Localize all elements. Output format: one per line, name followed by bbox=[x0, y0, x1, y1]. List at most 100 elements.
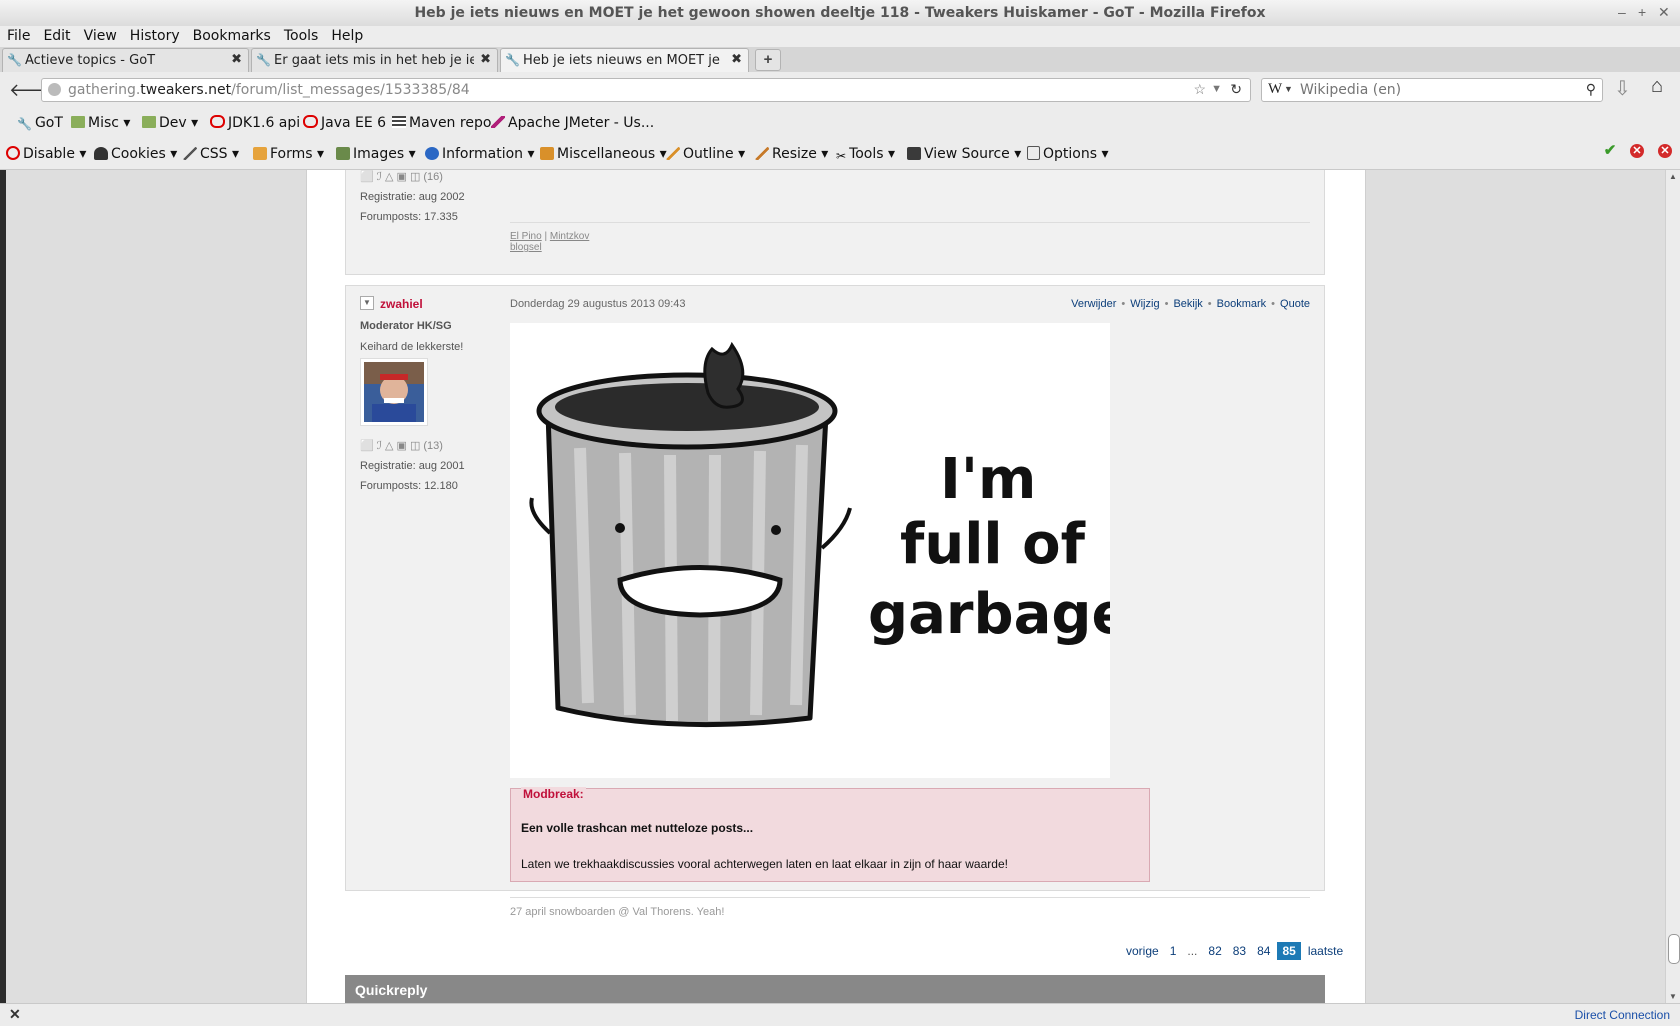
scrollbar-thumb[interactable] bbox=[1668, 934, 1680, 964]
home-icon[interactable]: ⌂ bbox=[1651, 75, 1663, 98]
wd-miscellaneous[interactable]: Miscellaneous ▾ bbox=[540, 146, 667, 162]
registration-date: Registratie: aug 2002 bbox=[360, 191, 465, 203]
wd-view-source[interactable]: View Source ▾ bbox=[907, 146, 1021, 162]
menu-history[interactable]: History bbox=[123, 26, 186, 44]
forum-post: ▼ zwahiel Moderator HK/SG Keihard de lek… bbox=[345, 285, 1325, 918]
folder-icon bbox=[71, 116, 85, 128]
post-menu-icon[interactable]: ▼ bbox=[360, 296, 374, 310]
tools-icon: ✂ bbox=[836, 149, 847, 163]
url-text[interactable]: gathering.tweakers.net/forum/list_messag… bbox=[68, 82, 470, 98]
oracle-icon bbox=[303, 115, 318, 128]
wd-tools[interactable]: ✂ Tools ▾ bbox=[836, 146, 895, 163]
sig-link-blogsel[interactable]: blogsel bbox=[510, 242, 542, 253]
close-window-icon[interactable]: ✕ bbox=[1658, 4, 1670, 21]
wrench-icon: 🔧 bbox=[256, 53, 271, 67]
menu-edit[interactable]: Edit bbox=[36, 26, 76, 44]
download-icon[interactable]: ⇩ bbox=[1614, 76, 1631, 101]
wd-cookies[interactable]: Cookies ▾ bbox=[94, 146, 177, 162]
registration-date: Registratie: aug 2001 bbox=[360, 460, 465, 472]
scroll-up-icon[interactable]: ▲ bbox=[1669, 172, 1677, 181]
star-icon[interactable]: ☆ bbox=[1193, 81, 1206, 98]
wd-forms[interactable]: Forms ▾ bbox=[253, 146, 324, 162]
scroll-down-icon[interactable]: ▼ bbox=[1669, 992, 1677, 1001]
menu-file[interactable]: File bbox=[0, 26, 36, 44]
menu-view[interactable]: View bbox=[77, 26, 123, 44]
page-last[interactable]: laatste bbox=[1304, 942, 1347, 960]
search-input[interactable] bbox=[1298, 81, 1572, 99]
sig-link-mintzkov[interactable]: Mintzkov bbox=[550, 231, 589, 242]
wd-information[interactable]: Information ▾ bbox=[425, 146, 535, 162]
menu-bookmarks[interactable]: Bookmarks bbox=[186, 26, 277, 44]
tab-actieve-topics[interactable]: 🔧 Actieve topics - GoT ✖ bbox=[2, 48, 249, 72]
username[interactable]: zwahiel bbox=[380, 297, 423, 311]
page-82[interactable]: 82 bbox=[1204, 942, 1225, 960]
tab-label: Actieve topics - GoT bbox=[25, 53, 156, 68]
bookmark-apache-jmeter[interactable]: Apache JMeter - Us... bbox=[491, 115, 654, 131]
search-icon[interactable]: ⚲ bbox=[1586, 81, 1596, 98]
checkmark-icon[interactable]: ✔ bbox=[1603, 143, 1617, 158]
modbreak-text: Laten we trekhaakdiscussies vooral achte… bbox=[521, 857, 1008, 871]
connection-status[interactable]: Direct Connection bbox=[1575, 1008, 1670, 1022]
bookmark-got[interactable]: 🔧 GoT bbox=[17, 115, 63, 131]
wd-images[interactable]: Images ▾ bbox=[336, 146, 416, 162]
wd-options[interactable]: Options ▾ bbox=[1027, 146, 1109, 162]
view-link[interactable]: Bekijk bbox=[1173, 298, 1202, 310]
navigation-toolbar: 🡐 gathering.tweakers.net/forum/list_mess… bbox=[0, 72, 1680, 108]
bookmark-maven-repo[interactable]: Maven repo bbox=[392, 115, 491, 131]
dropdown-icon[interactable]: ▼ bbox=[1211, 83, 1222, 95]
tab-heb-je-iets-nieuws[interactable]: 🔧 Heb je iets nieuws en MOET je ... ✖ bbox=[500, 48, 749, 73]
wikipedia-icon[interactable]: W bbox=[1268, 81, 1282, 98]
user-title: Keihard de lekkerste! bbox=[360, 341, 464, 353]
wrench-icon: 🔧 bbox=[17, 117, 32, 131]
page-83[interactable]: 83 bbox=[1229, 942, 1250, 960]
user-icons: ⬜ ℐ △ ▣ ◫ (16) bbox=[360, 171, 443, 183]
delete-link[interactable]: Verwijder bbox=[1071, 298, 1116, 310]
page-85-current[interactable]: 85 bbox=[1277, 942, 1301, 960]
signature: El Pino | Mintzkov blogsel bbox=[510, 231, 590, 253]
search-bar[interactable]: W ▼ ⚲ bbox=[1261, 78, 1603, 102]
new-tab-button[interactable]: + bbox=[755, 49, 781, 71]
bookmark-misc[interactable]: Misc ▾ bbox=[71, 115, 130, 131]
minimize-icon[interactable]: – bbox=[1618, 4, 1626, 20]
bookmark-java-ee6[interactable]: Java EE 6 bbox=[303, 115, 386, 131]
edit-link[interactable]: Wijzig bbox=[1130, 298, 1159, 310]
error-icon[interactable]: ✕ bbox=[1630, 144, 1644, 158]
wd-outline[interactable]: Outline ▾ bbox=[666, 146, 745, 162]
cookies-icon bbox=[94, 147, 108, 160]
bookmark-dev[interactable]: Dev ▾ bbox=[142, 115, 198, 131]
reload-icon[interactable]: ↻ bbox=[1230, 81, 1242, 98]
url-bar[interactable]: gathering.tweakers.net/forum/list_messag… bbox=[41, 78, 1251, 102]
oracle-icon bbox=[210, 115, 225, 128]
signature-divider bbox=[510, 222, 1310, 223]
maximize-icon[interactable]: + bbox=[1638, 4, 1646, 20]
close-toolbar-icon[interactable]: ✕ bbox=[1658, 144, 1672, 158]
menu-tools[interactable]: Tools bbox=[277, 26, 325, 44]
page-1[interactable]: 1 bbox=[1166, 942, 1181, 960]
quickreply-title: Quickreply bbox=[355, 982, 428, 998]
bookmark-link[interactable]: Bookmark bbox=[1217, 298, 1267, 310]
search-engine-dropdown-icon[interactable]: ▼ bbox=[1284, 84, 1293, 94]
wd-resize[interactable]: Resize ▾ bbox=[755, 146, 828, 162]
wd-css[interactable]: CSS ▾ bbox=[183, 146, 239, 162]
tab-er-gaat-iets-mis[interactable]: 🔧 Er gaat iets mis in het heb je ie... ✖ bbox=[251, 48, 498, 72]
quote-link[interactable]: Quote bbox=[1280, 298, 1310, 310]
page-prev[interactable]: vorige bbox=[1122, 942, 1163, 960]
avatar[interactable] bbox=[360, 358, 428, 426]
page-84[interactable]: 84 bbox=[1253, 942, 1274, 960]
close-addon-bar-icon[interactable]: ✕ bbox=[9, 1006, 21, 1023]
page-scrollbar[interactable]: ▲ ▼ bbox=[1665, 170, 1680, 1003]
modbreak-box: Modbreak: Een volle trashcan met nuttelo… bbox=[510, 787, 1150, 882]
wrench-icon: 🔧 bbox=[7, 53, 22, 67]
wd-disable[interactable]: Disable ▾ bbox=[6, 146, 86, 162]
sig-link-el-pino[interactable]: El Pino bbox=[510, 231, 542, 242]
tab-close-icon[interactable]: ✖ bbox=[231, 52, 242, 67]
tab-strip: 🔧 Actieve topics - GoT ✖ 🔧 Er gaat iets … bbox=[0, 47, 1680, 73]
bookmark-jdk16-api[interactable]: JDK1.6 api bbox=[210, 115, 300, 131]
view-source-icon bbox=[907, 147, 921, 160]
tab-close-icon[interactable]: ✖ bbox=[480, 52, 491, 67]
tab-close-icon[interactable]: ✖ bbox=[731, 52, 742, 67]
window-title: Heb je iets nieuws en MOET je het gewoon… bbox=[414, 5, 1266, 21]
trashcan-illustration: I'm full of garbage! bbox=[529, 341, 1155, 728]
menu-help[interactable]: Help bbox=[324, 26, 369, 44]
modbreak-label: Modbreak: bbox=[521, 787, 586, 801]
